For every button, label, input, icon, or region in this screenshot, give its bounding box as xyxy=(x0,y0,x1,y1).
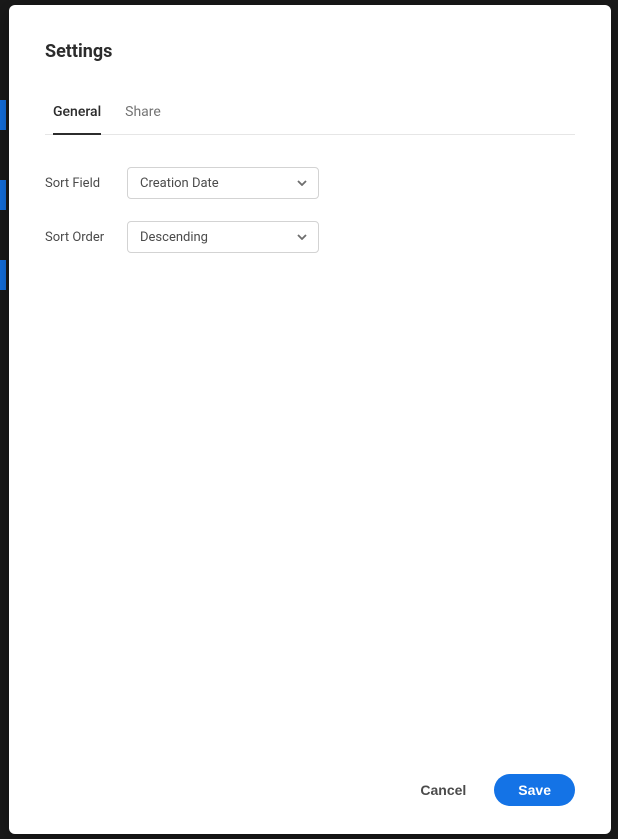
sort-field-value: Creation Date xyxy=(140,176,219,191)
sort-order-label: Sort Order xyxy=(45,230,127,245)
sort-field-label: Sort Field xyxy=(45,176,127,191)
chevron-down-icon xyxy=(296,177,308,189)
sort-order-select[interactable]: Descending xyxy=(127,221,319,253)
cancel-button[interactable]: Cancel xyxy=(414,774,472,806)
sort-order-value: Descending xyxy=(140,230,208,245)
tab-general-label: General xyxy=(53,104,101,120)
form-area: Sort Field Creation Date Sort Order Desc… xyxy=(45,135,575,758)
dialog-footer: Cancel Save xyxy=(45,758,575,806)
form-row-sort-field: Sort Field Creation Date xyxy=(45,167,575,199)
dialog-title: Settings xyxy=(45,41,575,62)
background-element xyxy=(0,100,6,130)
form-row-sort-order: Sort Order Descending xyxy=(45,221,575,253)
background-element xyxy=(0,260,6,290)
save-button[interactable]: Save xyxy=(494,774,575,806)
tab-share[interactable]: Share xyxy=(125,92,161,134)
tabs-bar: General Share xyxy=(45,92,575,135)
chevron-down-icon xyxy=(296,231,308,243)
settings-dialog: Settings General Share Sort Field Creati… xyxy=(9,5,611,834)
tab-general[interactable]: General xyxy=(53,92,101,134)
tab-share-label: Share xyxy=(125,104,161,120)
background-element xyxy=(0,180,6,210)
sort-field-select[interactable]: Creation Date xyxy=(127,167,319,199)
